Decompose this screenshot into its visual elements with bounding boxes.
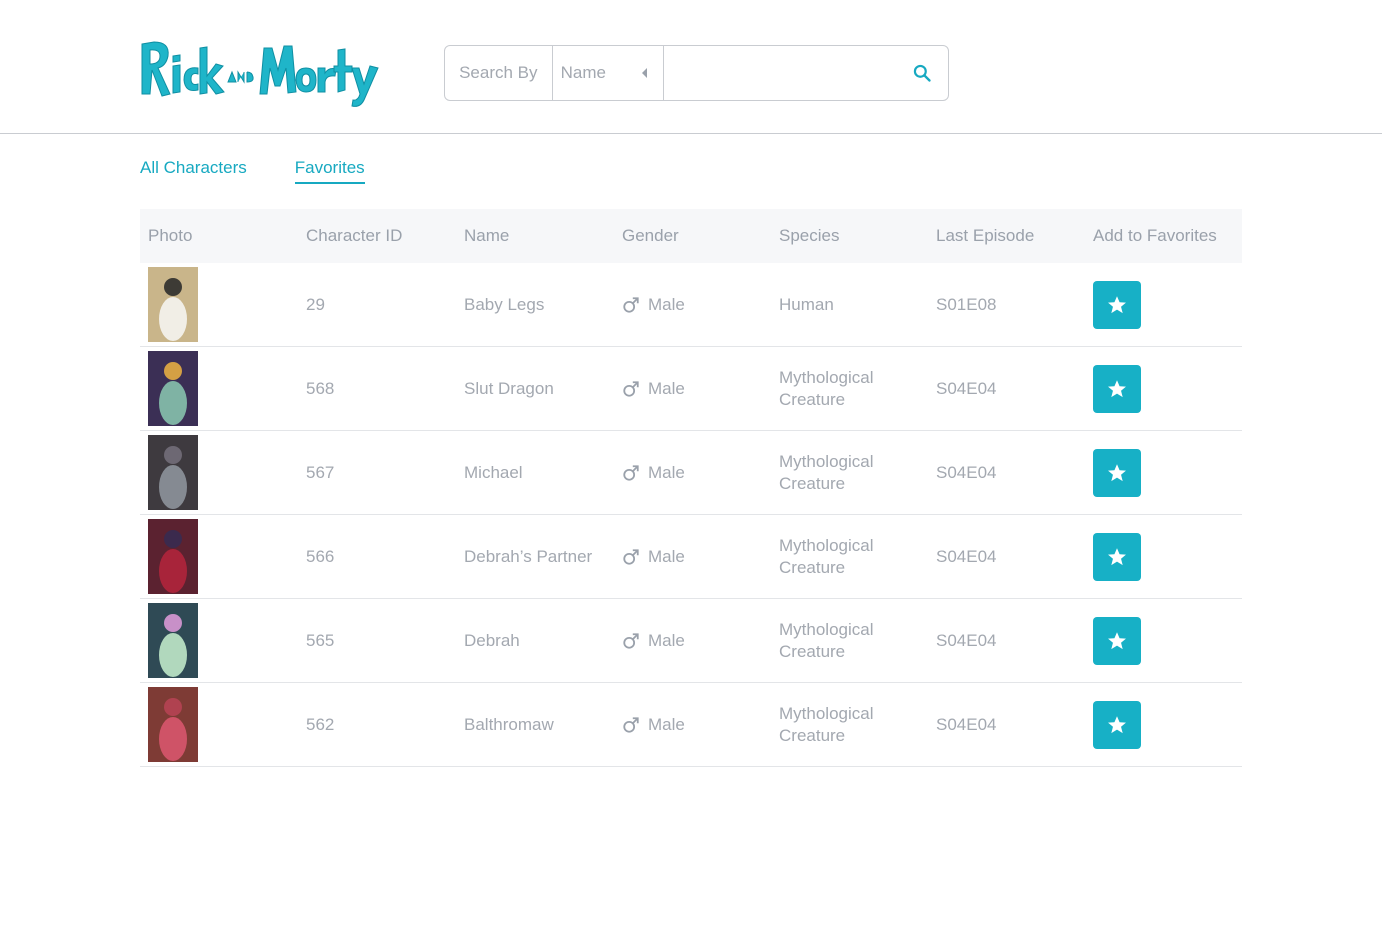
tab-all-characters[interactable]: All Characters: [140, 158, 247, 184]
character-id: 565: [306, 630, 335, 650]
column-header-add-to-favorites: Add to Favorites: [1093, 226, 1217, 245]
search-field-select[interactable]: Name: [553, 46, 664, 100]
character-name: Debrah: [464, 630, 520, 650]
table-row: 568 Slut Dragon Male Mythological Creatu…: [140, 347, 1242, 431]
character-gender: Male: [648, 378, 685, 398]
column-header-last-episode: Last Episode: [936, 226, 1035, 245]
column-header-photo: Photo: [148, 226, 193, 245]
character-gender: Male: [648, 714, 685, 734]
column-header-species: Species: [779, 226, 840, 245]
male-symbol-icon: [623, 632, 639, 649]
character-id: 562: [306, 714, 335, 734]
search-by-label: Search By: [445, 46, 553, 100]
add-to-favorites-button[interactable]: [1093, 448, 1141, 497]
character-species: Mythological Creature: [779, 703, 874, 745]
star-icon: [1108, 379, 1126, 397]
table-body: 29 Baby Legs Male Human S01E08 568 Slut …: [140, 263, 1242, 767]
character-gender: Male: [648, 546, 685, 566]
character-name: Baby Legs: [464, 294, 545, 314]
character-name: Balthromaw: [464, 714, 554, 734]
column-header-character-id: Character ID: [306, 226, 403, 245]
character-last-episode: S04E04: [936, 714, 997, 734]
rick-and-morty-logo[interactable]: [140, 38, 380, 110]
character-id: 566: [306, 546, 335, 566]
table-header: Photo Character ID Name Gender Species L…: [140, 209, 1242, 263]
app-header: Search By Name: [0, 0, 1382, 134]
character-name: Slut Dragon: [464, 378, 554, 398]
character-gender: Male: [648, 630, 685, 650]
column-header-gender: Gender: [622, 226, 679, 245]
character-last-episode: S01E08: [936, 294, 997, 314]
male-symbol-icon: [623, 716, 639, 733]
table-row: 566 Debrah’s Partner Male Mythological C…: [140, 515, 1242, 599]
character-name: Michael: [464, 462, 523, 482]
character-species: Human: [779, 294, 834, 314]
add-to-favorites-button[interactable]: [1093, 616, 1141, 665]
add-to-favorites-button[interactable]: [1093, 364, 1141, 413]
character-photo: [148, 267, 198, 342]
characters-table: Photo Character ID Name Gender Species L…: [140, 209, 1242, 767]
star-icon: [1108, 295, 1126, 313]
character-id: 567: [306, 462, 335, 482]
tab-favorites[interactable]: Favorites: [294, 158, 365, 184]
character-photo: [148, 435, 198, 510]
character-photo: [148, 519, 198, 594]
character-photo: [148, 687, 198, 762]
table-row: 567 Michael Male Mythological Creature S…: [140, 431, 1242, 515]
character-gender: Male: [648, 462, 685, 482]
character-species: Mythological Creature: [779, 451, 874, 493]
character-last-episode: S04E04: [936, 546, 997, 566]
character-photo: [148, 603, 198, 678]
caret-left-icon: [641, 68, 647, 78]
character-last-episode: S04E04: [936, 462, 997, 482]
search-icon: [914, 64, 932, 82]
column-header-name: Name: [464, 226, 510, 245]
search-input[interactable]: [663, 46, 897, 100]
character-last-episode: S04E04: [936, 378, 997, 398]
search-field-value: Name: [560, 63, 606, 82]
search-button[interactable]: [897, 46, 948, 100]
male-symbol-icon: [623, 380, 639, 397]
table-row: 29 Baby Legs Male Human S01E08: [140, 263, 1242, 347]
male-symbol-icon: [623, 296, 639, 313]
male-symbol-icon: [623, 464, 639, 481]
character-id: 568: [306, 378, 335, 398]
character-species: Mythological Creature: [779, 619, 874, 661]
character-id: 29: [306, 294, 325, 314]
star-icon: [1108, 547, 1126, 565]
star-icon: [1108, 715, 1126, 733]
character-gender: Male: [648, 294, 685, 314]
character-name: Debrah’s Partner: [464, 546, 593, 566]
character-species: Mythological Creature: [779, 535, 874, 577]
character-species: Mythological Creature: [779, 367, 874, 409]
character-last-episode: S04E04: [936, 630, 997, 650]
star-icon: [1108, 463, 1126, 481]
add-to-favorites-button[interactable]: [1093, 700, 1141, 749]
male-symbol-icon: [623, 548, 639, 565]
search-bar: Search By Name: [444, 45, 949, 101]
character-photo: [148, 351, 198, 426]
view-tabs: All Characters Favorites: [140, 158, 365, 184]
star-icon: [1108, 631, 1126, 649]
add-to-favorites-button[interactable]: [1093, 280, 1141, 329]
table-row: 562 Balthromaw Male Mythological Creatur…: [140, 683, 1242, 767]
table-row: 565 Debrah Male Mythological Creature S0…: [140, 599, 1242, 683]
add-to-favorites-button[interactable]: [1093, 532, 1141, 581]
